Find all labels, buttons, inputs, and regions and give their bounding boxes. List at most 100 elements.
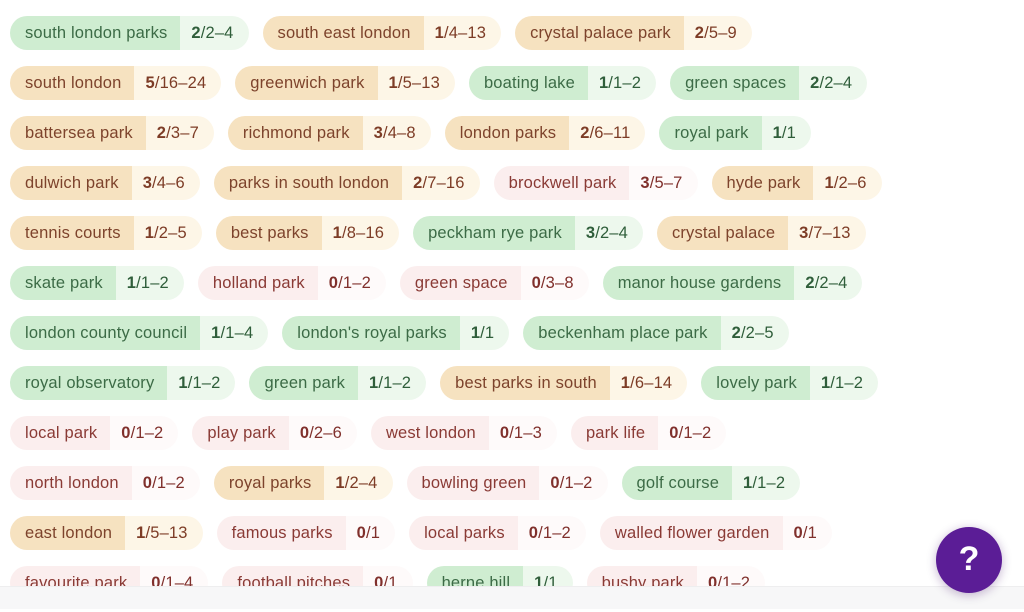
tag-row: dulwich park 3/4–6 parks in south london 2/… [10, 158, 1014, 208]
bottom-strip [0, 586, 1024, 609]
keyword-tag-range: /1 [480, 323, 495, 342]
help-button[interactable]: ? [936, 527, 1002, 593]
keyword-tag[interactable]: boating lake 1/1–2 [468, 66, 657, 100]
keyword-tag-value: 1/1–2 [115, 266, 184, 300]
keyword-tag-label: royal parks [213, 466, 325, 500]
keyword-tag-label: hyde park [711, 166, 814, 200]
keyword-tag[interactable]: royal parks 1/2–4 [213, 466, 393, 500]
keyword-tag[interactable]: east london 1/5–13 [10, 516, 203, 550]
keyword-tag[interactable]: bowling green 0/1–2 [406, 466, 608, 500]
keyword-tag-range: /1–2 [830, 373, 864, 392]
keyword-tag-rank: 2 [413, 173, 423, 192]
keyword-tag-label: crystal palace [656, 216, 789, 250]
keyword-tag-rank: 2 [805, 273, 815, 292]
keyword-tag[interactable]: beckenham place park 2/2–5 [523, 316, 789, 350]
keyword-tag-label: peckham rye park [413, 216, 575, 250]
keyword-tag[interactable]: london parks 2/6–11 [444, 116, 646, 150]
keyword-tag-range: /1–2 [187, 373, 221, 392]
keyword-tag[interactable]: skate park 1/1–2 [10, 266, 184, 300]
tag-row: south london parks 2/2–4 south east london… [10, 8, 1014, 58]
keyword-tag-range: /3–8 [540, 273, 574, 292]
keyword-tag-rank: 2 [694, 23, 705, 42]
keyword-tag-value: 2/2–4 [794, 266, 863, 300]
keyword-tag[interactable]: crystal palace 3/7–13 [656, 216, 866, 250]
keyword-tag[interactable]: tennis courts 1/2–5 [10, 216, 202, 250]
keyword-tag-rank: 5 [145, 73, 155, 92]
keyword-tag[interactable]: walled flower garden 0/1 [599, 516, 832, 550]
keyword-tag[interactable]: north london 0/1–2 [10, 466, 200, 500]
keyword-tag[interactable]: play park 0/2–6 [192, 416, 357, 450]
keyword-tag-rank: 0 [531, 273, 541, 292]
keyword-tag[interactable]: greenwich park 1/5–13 [235, 66, 455, 100]
keyword-tag-rank: 1 [126, 273, 137, 292]
keyword-tag[interactable]: local parks 0/1–2 [409, 516, 586, 550]
keyword-tag-range: /1 [802, 523, 817, 542]
keyword-tag-label: holland park [197, 266, 318, 300]
keyword-tag[interactable]: royal park 1/1 [659, 116, 812, 150]
keyword-tag[interactable]: lovely park 1/1–2 [701, 366, 879, 400]
keyword-tag[interactable]: dulwich park 3/4–6 [10, 166, 200, 200]
keyword-tag-label: north london [10, 466, 132, 500]
keyword-tag-label: london parks [444, 116, 570, 150]
keyword-tag[interactable]: crystal palace park 2/5–9 [515, 16, 752, 50]
keyword-tag[interactable]: best parks in south 1/6–14 [440, 366, 688, 400]
keyword-tag-rank: 0 [528, 523, 539, 542]
keyword-tag[interactable]: green spaces 2/2–4 [670, 66, 868, 100]
keyword-tag[interactable]: manor house gardens 2/2–4 [602, 266, 863, 300]
keyword-tag-label: tennis courts [10, 216, 134, 250]
keyword-tag-range: /2–4 [819, 73, 853, 92]
keyword-tag-label: lovely park [701, 366, 810, 400]
keyword-tag-rank: 2 [191, 23, 201, 42]
keyword-tag-range: /16–24 [154, 73, 207, 92]
keyword-tag-value: 1/1–2 [167, 366, 236, 400]
keyword-tag[interactable]: park life 0/1–2 [570, 416, 727, 450]
keyword-tag[interactable]: royal observatory 1/1–2 [10, 366, 236, 400]
keyword-tag[interactable]: golf course 1/1–2 [621, 466, 801, 500]
keyword-tag[interactable]: local park 0/1–2 [10, 416, 179, 450]
keyword-tag[interactable]: richmond park 3/4–8 [227, 116, 431, 150]
keyword-tag-range: /2–5 [154, 223, 187, 242]
keyword-tag-value: 1/1 [761, 116, 812, 150]
tag-row: tennis courts 1/2–5 best parks 1/8–16 peckha… [10, 208, 1014, 258]
keyword-tag-range: /7–16 [422, 173, 465, 192]
keyword-tag-rank: 0 [328, 273, 339, 292]
keyword-tag-label: crystal palace park [515, 16, 684, 50]
keyword-tag-value: 1/2–6 [813, 166, 882, 200]
keyword-tag[interactable]: battersea park 2/3–7 [10, 116, 214, 150]
keyword-tag-range: /2–4 [344, 473, 378, 492]
keyword-tag-value: 2/3–7 [145, 116, 214, 150]
keyword-tag[interactable]: west london 0/1–3 [370, 416, 557, 450]
keyword-tag-cloud-page: south london parks 2/2–4 south east london… [0, 0, 1024, 609]
keyword-tag-range: /5–13 [397, 73, 440, 92]
keyword-tag-rank: 3 [142, 173, 153, 192]
keyword-tag[interactable]: best parks 1/8–16 [215, 216, 400, 250]
keyword-tag[interactable]: peckham rye park 3/2–4 [413, 216, 643, 250]
keyword-tag-range: /1–2 [130, 423, 164, 442]
keyword-tag[interactable]: south london 5/16–24 [10, 66, 222, 100]
keyword-tag-rank: 1 [434, 23, 444, 42]
keyword-tag[interactable]: green park 1/1–2 [249, 366, 427, 400]
keyword-tag-value: 1/4–13 [423, 16, 502, 50]
keyword-tag[interactable]: brockwell park 3/5–7 [493, 166, 698, 200]
keyword-tag-range: /6–11 [589, 123, 631, 142]
keyword-tag-label: play park [192, 416, 289, 450]
keyword-tag[interactable]: south east london 1/4–13 [262, 16, 502, 50]
keyword-tag-range: /1–2 [152, 473, 185, 492]
keyword-tag[interactable]: london's royal parks 1/1 [282, 316, 510, 350]
keyword-tag-label: green park [249, 366, 359, 400]
keyword-tag-label: south london parks [10, 16, 181, 50]
keyword-tag[interactable]: hyde park 1/2–6 [711, 166, 882, 200]
keyword-tag-rank: 1 [598, 73, 609, 92]
keyword-tag-label: best parks in south [440, 366, 610, 400]
keyword-tag[interactable]: parks in south london 2/7–16 [213, 166, 480, 200]
keyword-tag-rank: 1 [470, 323, 481, 342]
keyword-tag-label: royal observatory [10, 366, 168, 400]
keyword-tag-label: dulwich park [10, 166, 132, 200]
keyword-tag[interactable]: famous parks 0/1 [216, 516, 396, 550]
keyword-tag-rank: 0 [142, 473, 153, 492]
keyword-tag[interactable]: london county council 1/1–4 [10, 316, 269, 350]
keyword-tag[interactable]: south london parks 2/2–4 [10, 16, 249, 50]
keyword-tag[interactable]: holland park 0/1–2 [197, 266, 386, 300]
keyword-tag[interactable]: green space 0/3–8 [399, 266, 589, 300]
keyword-tag-rank: 3 [640, 173, 650, 192]
